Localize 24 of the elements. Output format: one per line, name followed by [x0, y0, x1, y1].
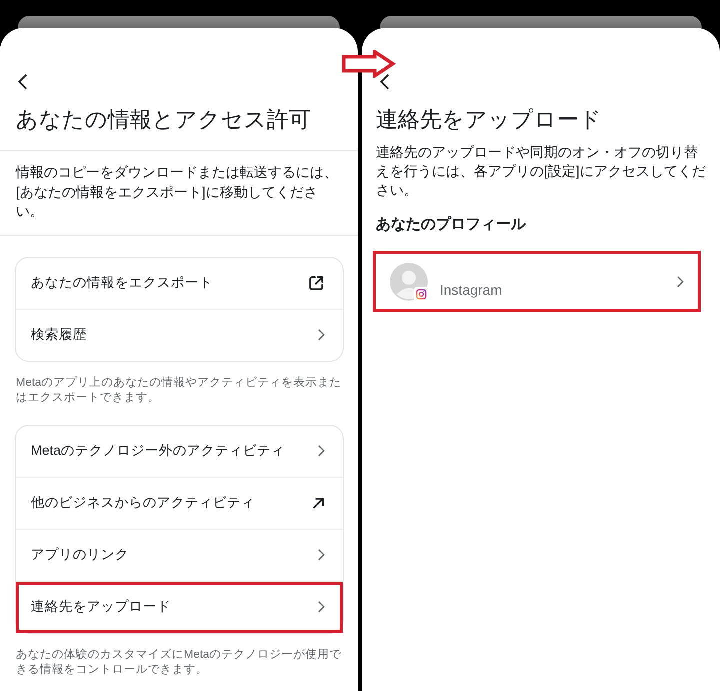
page-title: あなたの情報とアクセス許可 — [16, 106, 312, 134]
section-caption: あなたの体験のカスタマイズにMetaのテクノロジーが使用できる情報をコントロールできます。 — [16, 648, 343, 678]
camera-badge-icon — [414, 286, 429, 302]
back-icon[interactable] — [18, 74, 28, 90]
external-link-icon — [308, 274, 325, 292]
chevron-right-icon — [318, 329, 325, 341]
back-icon[interactable] — [380, 74, 390, 90]
chevron-right-icon — [318, 445, 325, 457]
intro-text: 情報のコピーをダウンロードまたは転送するには、[あなたの情報をエクスポート]に移動してください。 — [16, 163, 339, 221]
menu-item[interactable]: アプリのリンク — [16, 528, 343, 580]
chevron-right-icon — [318, 601, 325, 613]
menu-item[interactable]: Metaのテクノロジー外のアクティビティ — [16, 426, 343, 476]
section-heading: あなたのプロフィール — [376, 215, 528, 235]
section-caption: Metaのアプリ上のあなたの情報やアクティビティを表示またはエクスポートできます。 — [16, 376, 343, 406]
page-title: 連絡先をアップロード — [376, 106, 603, 134]
chevron-right-icon — [677, 276, 684, 288]
menu-item[interactable]: 他のビジネスからのアクティビティ — [16, 476, 343, 528]
arrow-up-right-icon — [312, 496, 325, 510]
intro-text: 連絡先のアップロードや同期のオン・オフの切り替えを行うには、各アプリの[設定]にアクセスしてください。 — [376, 143, 707, 200]
menu-item[interactable]: あなたの情報をエクスポート — [16, 258, 343, 308]
menu-item[interactable]: 連絡先をアップロード — [16, 580, 343, 632]
menu-item[interactable]: 検索履歴 — [16, 308, 343, 360]
profile-item[interactable]: Instagram — [373, 251, 701, 312]
chevron-right-icon — [318, 549, 325, 561]
